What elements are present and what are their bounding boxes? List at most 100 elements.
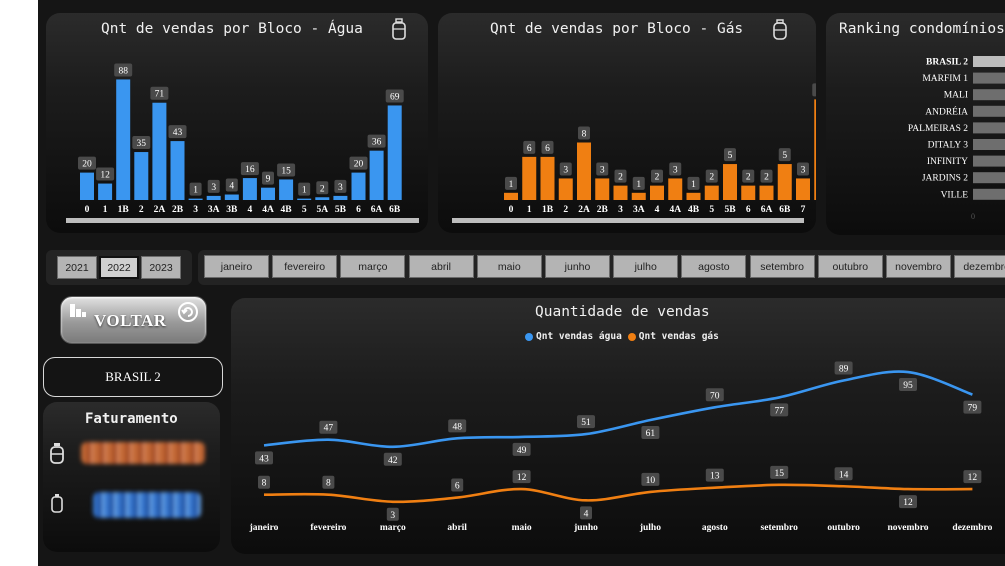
month-button-março[interactable]: março: [340, 255, 406, 278]
gas-category-label: 2A: [578, 205, 590, 215]
water-value-label: 16: [245, 165, 255, 175]
water-value-label: 15: [281, 166, 291, 176]
gas-cylinder-icon: [50, 443, 64, 464]
sales-line-panel: Quantidade de vendas Qnt vendas água Qnt…: [231, 298, 1005, 554]
water-point-label: 95: [903, 381, 913, 391]
water-bar: [261, 187, 275, 200]
year-button-2021[interactable]: 2021: [57, 256, 97, 279]
water-category-label: 3: [193, 205, 198, 215]
ranking-bar: [973, 139, 1005, 150]
gas-value-label: 1: [509, 180, 514, 190]
line-x-label: fevereiro: [310, 523, 346, 533]
back-button[interactable]: VOLTAR: [60, 296, 207, 344]
water-category-label: 2B: [172, 205, 184, 215]
water-point-label: 51: [581, 418, 591, 428]
month-button-novembro[interactable]: novembro: [886, 255, 951, 278]
ranking-category-label: PALMEIRAS 2: [908, 124, 968, 134]
gas-category-label: 3A: [633, 205, 645, 215]
ranking-category-label: MALI: [944, 91, 968, 101]
gas-point-label: 10: [646, 476, 656, 486]
gas-value-label: 3: [801, 165, 806, 175]
gas-value-label: 1: [636, 180, 641, 190]
month-button-dezembro[interactable]: dezembro: [954, 255, 1005, 278]
ranking-panel: Ranking condomínios BRASIL 27MARFIM 176M…: [826, 13, 1005, 235]
gas-category-label: 7: [801, 205, 806, 215]
year-button-2023[interactable]: 2023: [141, 256, 181, 279]
water-category-label: 6A: [371, 205, 383, 215]
water-point-label: 61: [646, 429, 656, 439]
selected-condo-box[interactable]: BRASIL 2: [43, 357, 223, 397]
month-button-janeiro[interactable]: janeiro: [204, 255, 269, 278]
gas-category-label: 6B: [779, 205, 791, 215]
water-point-label: 79: [968, 404, 978, 414]
gas-value-label: 3: [673, 165, 678, 175]
back-button-label: VOLTAR: [94, 311, 167, 330]
gas-category-label: 3: [618, 205, 623, 215]
gas-category-label: 4A: [669, 205, 681, 215]
gas-category-label: 2B: [597, 205, 609, 215]
gas-bar: [704, 185, 719, 200]
water-bar-chart: 200121881B352712A432B1333A43B16494A154B1…: [78, 63, 404, 215]
gas-category-label: 0: [509, 205, 514, 215]
water-category-label: 6B: [389, 205, 401, 215]
gas-bar: [759, 185, 774, 200]
water-bar: [279, 179, 294, 200]
water-bar: [333, 195, 348, 200]
month-button-julho[interactable]: julho: [613, 255, 679, 278]
ranking-category-label: INFINITY: [927, 157, 968, 167]
year-button-2022[interactable]: 2022: [99, 256, 139, 279]
gas-point-label: 14: [839, 470, 849, 480]
gas-value-label: 6: [545, 144, 550, 154]
ranking-category-label: MARFIM 1: [922, 74, 968, 84]
water-point-label: 70: [710, 391, 720, 401]
water-bar: [188, 198, 203, 200]
ranking-bar: [973, 89, 1005, 101]
gas-sales-panel: Qnt de vendas por Bloco - Gás 1 0 6 1 6 1B 3 2 8…: [438, 13, 816, 233]
line-x-label: outubro: [827, 523, 860, 533]
gas-bar: [741, 185, 756, 200]
gas-bar: [558, 178, 573, 200]
water-category-label: 3A: [208, 205, 220, 215]
water-value-label: 1: [193, 186, 198, 196]
gas-chart-scrollbar[interactable]: [452, 218, 804, 223]
gas-value-label: 5: [782, 151, 787, 161]
line-x-label: maio: [512, 523, 532, 533]
water-bar: [387, 105, 402, 200]
water-value-label: 3: [338, 183, 343, 193]
month-button-outubro[interactable]: outubro: [817, 255, 883, 278]
water-bar: [170, 141, 185, 200]
line-x-label: abril: [447, 523, 467, 533]
water-point-label: 43: [259, 454, 269, 464]
gas-category-label: 5B: [724, 205, 736, 215]
water-category-label: 3B: [226, 205, 238, 215]
water-value-label: 36: [372, 138, 382, 148]
water-bottle-icon: [51, 494, 63, 513]
gas-point-label: 8: [262, 479, 267, 489]
ranking-bar-chart: BRASIL 27MARFIM 176MALI75ANDRÉIA522PALME…: [908, 56, 1005, 221]
month-button-agosto[interactable]: agosto: [681, 255, 747, 278]
month-button-setembro[interactable]: setembro: [749, 255, 815, 278]
month-button-abril[interactable]: abril: [408, 255, 474, 278]
gas-category-label: 6A: [761, 205, 773, 215]
gas-bar: [777, 164, 792, 200]
water-sales-line: [263, 370, 973, 449]
month-button-fevereiro[interactable]: fevereiro: [272, 255, 338, 278]
ranking-bar: [973, 155, 1005, 167]
gas-category-label: 4: [655, 205, 660, 215]
ranking-x-tick: 0: [971, 212, 975, 221]
line-x-label: agosto: [702, 523, 728, 533]
water-value-label: 2: [320, 184, 325, 194]
water-point-label: 77: [774, 406, 784, 416]
water-point-label: 89: [839, 365, 849, 375]
gas-category-label: 6: [746, 205, 751, 215]
back-arrow-icon: [178, 302, 198, 322]
water-point-label: 48: [452, 422, 462, 432]
month-button-junho[interactable]: junho: [545, 255, 610, 278]
month-button-maio[interactable]: maio: [476, 255, 542, 278]
sales-line-chart: 43 47 42 48 49 51 61 70 77 89 95 79 8 8 3 6 12 4 10 13 15 14 1…: [249, 361, 993, 533]
gas-point-label: 3: [390, 511, 395, 521]
billing-title: Faturamento: [85, 411, 178, 427]
gas-bar-chart: 1 0 6 1 6 1B 3 2 8 2A 3 2B 2 3 1 3A 2 4 3 4A 1 4B 2 5 5 5B 2 6 2 6A 5 6…: [504, 83, 816, 215]
water-chart-scrollbar[interactable]: [66, 218, 419, 223]
gas-point-label: 12: [517, 473, 527, 483]
